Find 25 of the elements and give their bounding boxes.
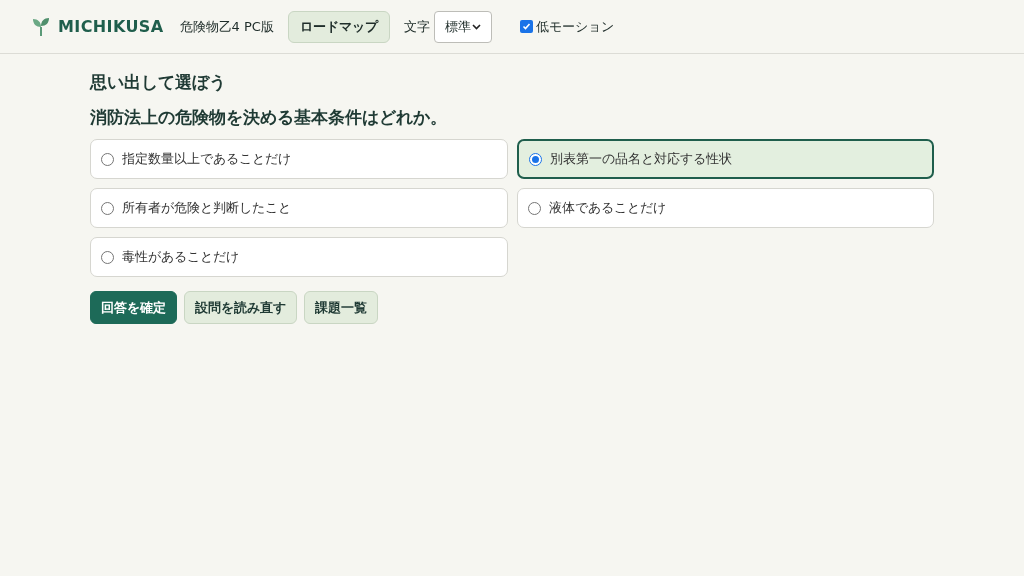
font-size-select[interactable]: 標準	[433, 10, 492, 43]
chevron-down-icon	[471, 23, 481, 30]
action-button[interactable]: 設問を読み直す	[184, 291, 297, 324]
app-subtitle: 危険物乙4 PC版	[179, 17, 274, 36]
checkmark-icon	[521, 22, 531, 31]
answer-option[interactable]: 所有者が危険と判断したこと	[90, 188, 508, 228]
section-heading: 思い出して選ぼう	[90, 71, 227, 94]
radio-button[interactable]	[101, 250, 114, 264]
radio-button[interactable]	[527, 201, 541, 215]
answer-option[interactable]: 別表第一の品名と対応する性状	[516, 139, 934, 179]
radio-button[interactable]	[528, 152, 542, 166]
answer-option[interactable]: 指定数量以上であることだけ	[90, 139, 508, 179]
font-size-label: 文字	[403, 17, 430, 36]
low-motion-label: 低モーション	[535, 17, 614, 36]
question-text: 消防法上の危険物を決める基本条件はどれか。	[90, 106, 448, 129]
answer-option[interactable]: 液体であることだけ	[516, 188, 934, 228]
action-button[interactable]: 課題一覧	[304, 291, 378, 324]
low-motion-checkbox[interactable]	[519, 20, 533, 33]
radio-button[interactable]	[101, 201, 114, 215]
answer-option[interactable]: 毒性があることだけ	[90, 237, 508, 277]
radio-button[interactable]	[101, 152, 114, 166]
sprout-icon	[32, 16, 50, 37]
roadmap-button[interactable]: ロードマップ	[287, 10, 390, 43]
brand-name: MICHIKUSA	[58, 15, 164, 38]
action-button[interactable]: 回答を確定	[90, 291, 177, 324]
